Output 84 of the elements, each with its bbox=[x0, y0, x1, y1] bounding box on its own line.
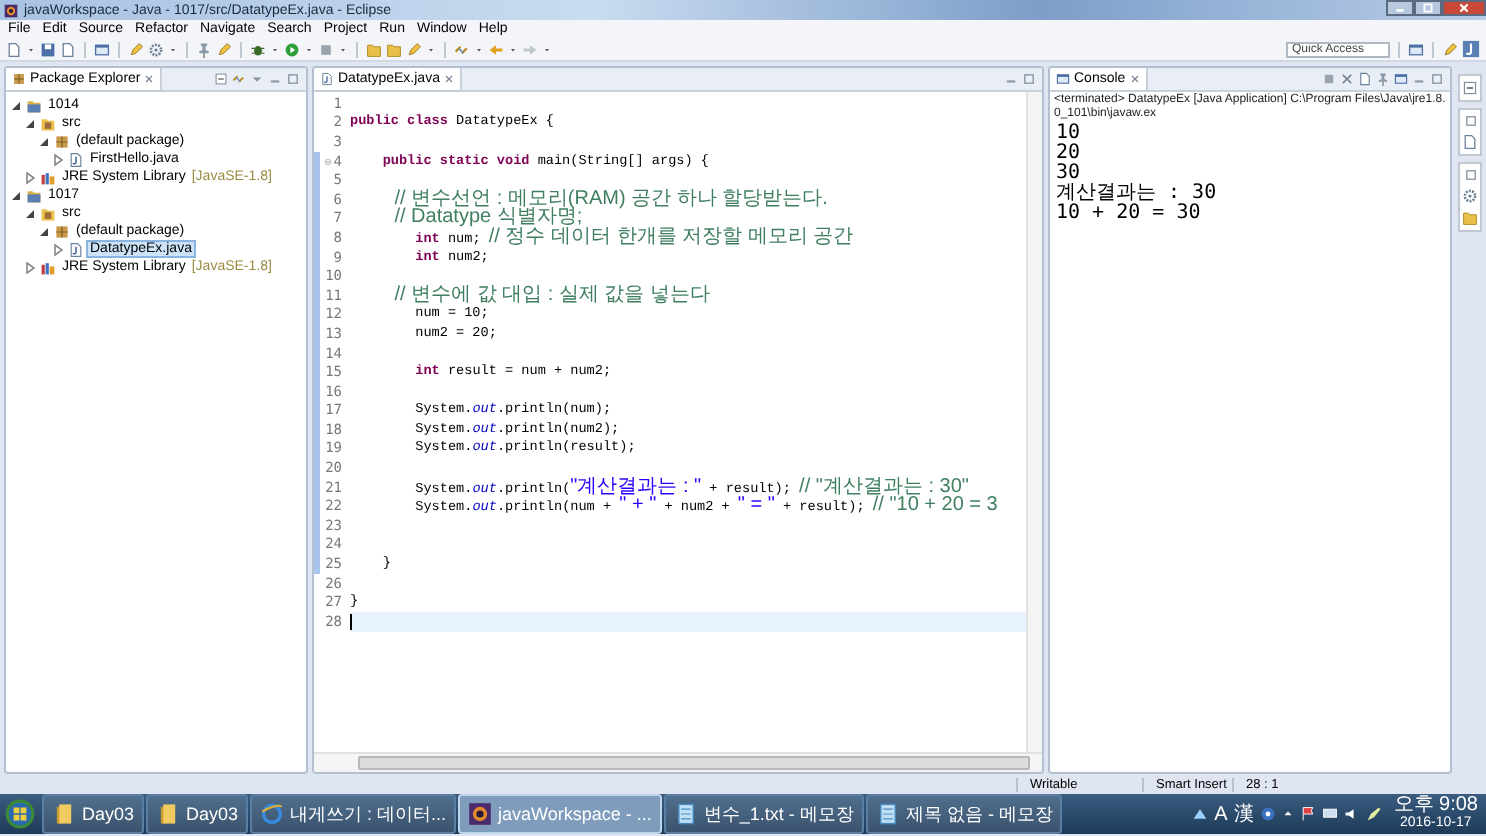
taskbar-button[interactable]: 제목 없음 - 메모장 bbox=[865, 794, 1063, 834]
collapse-all-icon[interactable] bbox=[214, 72, 228, 86]
close-icon bbox=[144, 74, 155, 84]
maximize-icon bbox=[1422, 2, 1434, 14]
java-file-icon bbox=[320, 72, 334, 86]
clock-time: 오후 9:08 bbox=[1393, 796, 1478, 816]
source-folder-icon bbox=[40, 205, 56, 221]
remove-icon[interactable] bbox=[1340, 72, 1354, 86]
close-button[interactable] bbox=[1442, 0, 1486, 16]
link-icon[interactable] bbox=[232, 72, 246, 86]
play-icon[interactable] bbox=[284, 41, 300, 57]
bug-icon[interactable] bbox=[250, 41, 266, 57]
expanded-arrow-icon[interactable] bbox=[24, 207, 36, 219]
window-icon[interactable] bbox=[1408, 41, 1424, 57]
window-icon[interactable] bbox=[1394, 72, 1408, 86]
close-icon bbox=[1458, 2, 1470, 14]
console-output-line: 계산결과는 : 30 bbox=[1054, 184, 1219, 204]
collapsed-arrow-icon[interactable] bbox=[24, 261, 36, 273]
notepad-icon bbox=[673, 802, 698, 826]
taskbar-button[interactable]: Day03 bbox=[146, 794, 249, 834]
collapsed-arrow-icon[interactable] bbox=[52, 153, 64, 165]
pin-icon[interactable] bbox=[196, 41, 212, 57]
taskbar-button[interactable]: 내게쓰기 : 데이터... bbox=[250, 794, 457, 834]
view-menu-icon[interactable] bbox=[250, 72, 264, 86]
project-folder-icon bbox=[26, 187, 42, 203]
folder-icon bbox=[156, 802, 181, 826]
maximize-button[interactable] bbox=[1414, 0, 1442, 16]
caret-icon[interactable] bbox=[1281, 808, 1294, 820]
start-orb-icon[interactable] bbox=[4, 798, 36, 830]
package-icon bbox=[54, 223, 70, 239]
code-line: // Datatype 식별자명; bbox=[392, 208, 583, 229]
folder-icon bbox=[52, 802, 76, 826]
expanded-arrow-icon[interactable] bbox=[24, 117, 36, 129]
maximize-icon[interactable] bbox=[1463, 114, 1477, 128]
taskbar-button[interactable]: Day03 bbox=[42, 794, 145, 834]
pin-icon[interactable] bbox=[1376, 72, 1390, 86]
text-cursor bbox=[350, 613, 352, 630]
package-icon bbox=[54, 133, 70, 149]
minimize-button[interactable] bbox=[1386, 0, 1414, 16]
link-icon[interactable] bbox=[454, 41, 470, 57]
maximize-icon[interactable] bbox=[1430, 72, 1444, 86]
console-output-line: 20 bbox=[1054, 144, 1083, 164]
console-output-line: 30 bbox=[1054, 164, 1081, 184]
flag-icon[interactable] bbox=[1299, 806, 1316, 822]
project-folder-icon bbox=[26, 97, 42, 113]
taskbar-button[interactable]: 변수_1.txt - 메모장 bbox=[663, 794, 864, 834]
maximize-icon[interactable] bbox=[1022, 72, 1036, 86]
code-line: // 변수선언 : 메모리(RAM) 공간 하나 할당받는다. bbox=[392, 189, 828, 210]
collapsed-arrow-icon[interactable] bbox=[24, 171, 36, 183]
horizontal-scrollbar[interactable] bbox=[314, 752, 1042, 772]
folder-icon[interactable] bbox=[1462, 210, 1478, 226]
maximize-icon[interactable] bbox=[286, 72, 300, 86]
outline-icon[interactable] bbox=[1462, 80, 1478, 96]
library-icon bbox=[40, 169, 56, 185]
page-icon[interactable] bbox=[1358, 72, 1372, 86]
expanded-arrow-icon[interactable] bbox=[38, 225, 50, 237]
page-icon[interactable] bbox=[1462, 134, 1478, 150]
collapsed-arrow-icon[interactable] bbox=[52, 243, 64, 255]
console-output-line: 10 bbox=[1054, 124, 1083, 144]
console-output-line: 10 + 20 = 30 bbox=[1054, 204, 1203, 224]
arrow-left-icon[interactable] bbox=[488, 41, 504, 57]
speaker-icon[interactable] bbox=[1343, 806, 1360, 822]
language-indicator[interactable]: 漢 bbox=[1233, 800, 1254, 828]
vertical-scrollbar[interactable] bbox=[1026, 92, 1042, 752]
library-icon bbox=[40, 259, 56, 275]
language-indicator[interactable]: A bbox=[1214, 803, 1228, 825]
expanded-arrow-icon[interactable] bbox=[38, 135, 50, 147]
java-perspective-icon[interactable] bbox=[1462, 40, 1480, 58]
close-icon bbox=[1129, 74, 1140, 84]
code-line: // 변수에 값 대입 : 실제 값을 넣는다 bbox=[392, 285, 711, 306]
expanded-arrow-icon[interactable] bbox=[10, 99, 22, 111]
notepad-icon bbox=[875, 802, 900, 826]
close-icon bbox=[443, 74, 454, 84]
stop-icon[interactable] bbox=[318, 41, 334, 57]
source-folder-icon bbox=[40, 115, 56, 131]
expanded-arrow-icon[interactable] bbox=[10, 189, 22, 201]
window-icon[interactable] bbox=[94, 41, 110, 57]
maximize-icon[interactable] bbox=[1463, 168, 1477, 182]
pen-icon[interactable] bbox=[1365, 806, 1382, 822]
java-file-icon bbox=[68, 241, 84, 257]
scrollbar-thumb[interactable] bbox=[358, 756, 1030, 770]
stop-icon[interactable] bbox=[1322, 72, 1336, 86]
java-file-icon bbox=[68, 151, 84, 167]
package-icon bbox=[12, 72, 26, 86]
